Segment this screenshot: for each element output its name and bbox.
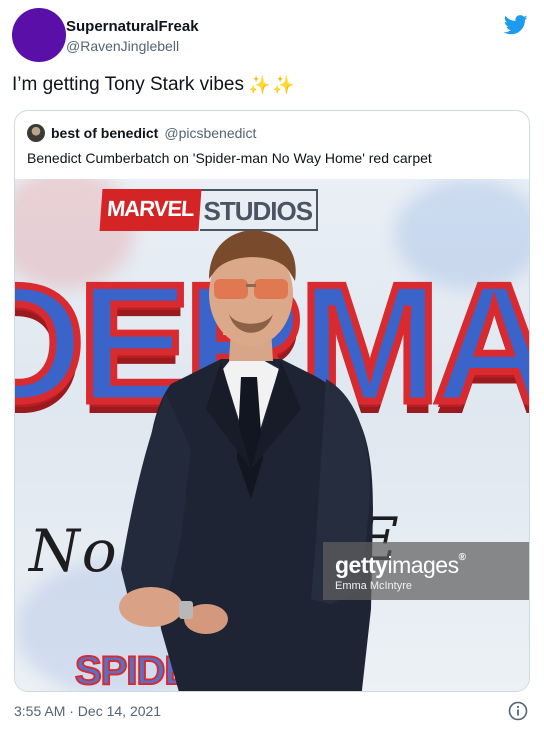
watermark-credit: Emma McIntyre — [335, 580, 413, 592]
person-in-suit — [119, 230, 373, 691]
quoted-author-avatar[interactable] — [27, 124, 45, 142]
tweet-text: I’m getting Tony Stark vibes ✨✨ — [12, 74, 297, 96]
quoted-tweet[interactable]: best of benedict @picsbenedict Benedict … — [14, 110, 530, 692]
watermark-registered-mark: ® — [458, 552, 466, 563]
info-icon[interactable] — [508, 701, 528, 721]
author-handle[interactable]: @RavenJinglebell — [66, 38, 179, 54]
quoted-tweet-header: best of benedict @picsbenedict — [27, 124, 256, 142]
getty-images-watermark: gettyimages® Emma McIntyre — [323, 542, 529, 600]
quoted-author-name[interactable]: best of benedict — [51, 125, 158, 141]
watermark-brand-thin: images — [387, 552, 459, 578]
twitter-bird-icon[interactable] — [504, 14, 528, 36]
tweet-timestamp[interactable]: 3:55 AM · Dec 14, 2021 — [14, 703, 161, 719]
watermark-brand-bold: getty — [335, 552, 388, 578]
tweet-text-body: I’m getting Tony Stark vibes — [12, 74, 244, 95]
quoted-tweet-photo[interactable]: MARVEL STUDIOS DERMAN No Wa E SPIDER — [15, 179, 529, 691]
quoted-author-handle[interactable]: @picsbenedict — [164, 125, 256, 141]
watermark-brand: gettyimages® — [335, 552, 529, 579]
sparkles-emoji: ✨✨ — [247, 74, 297, 95]
quoted-tweet-text: Benedict Cumberbatch on 'Spider-man No W… — [27, 150, 432, 166]
author-avatar[interactable] — [12, 8, 66, 62]
author-name[interactable]: SupernaturalFreak — [66, 18, 199, 35]
